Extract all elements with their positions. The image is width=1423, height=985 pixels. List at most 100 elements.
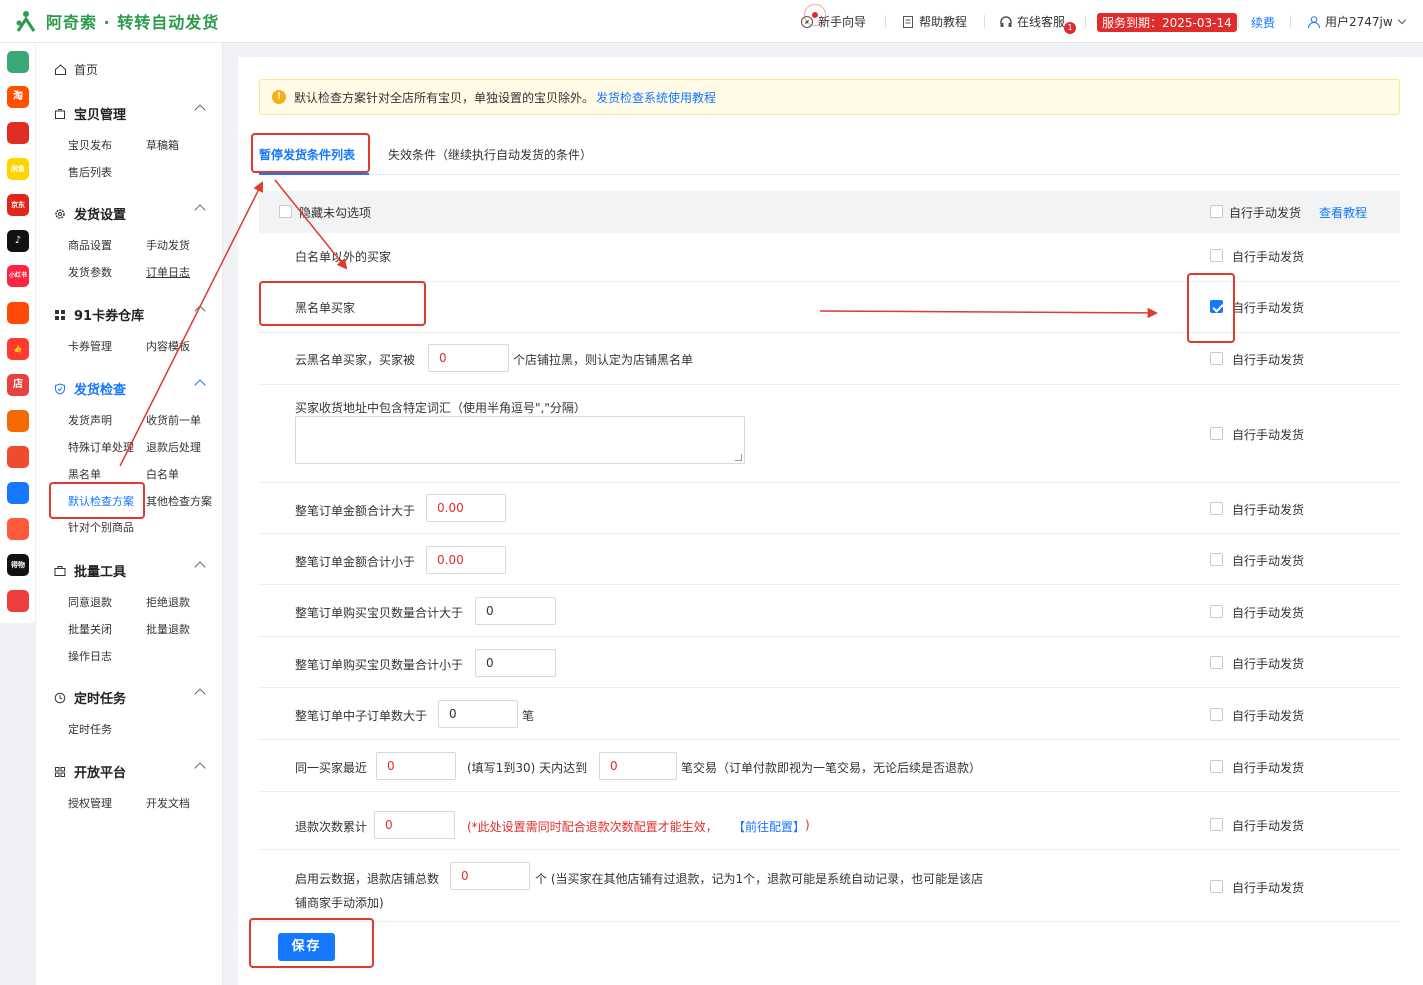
condition-row: 整笔订单金额合计大于 0.00 自行手动发货 [259, 483, 1400, 534]
sidebar-item-delivery-params[interactable]: 发货参数 [68, 264, 112, 280]
taobao-icon[interactable]: 淘 [7, 86, 29, 108]
sidebar-group-batch-tools[interactable]: 批量工具 [54, 561, 206, 580]
face-icon[interactable] [7, 518, 29, 540]
sidebar-group-delivery-check[interactable]: 发货检查 [54, 379, 206, 398]
all-manual-checkbox[interactable] [1210, 205, 1223, 218]
refund-count-input[interactable]: 0 [374, 811, 455, 839]
sidebar-item-after-refund[interactable]: 退款后处理 [146, 439, 201, 455]
sidebar-item-product-settings[interactable]: 商品设置 [68, 237, 112, 253]
link-icon[interactable] [7, 482, 29, 504]
xianyu-icon[interactable]: 闲鱼 [7, 158, 29, 180]
manual-checkbox[interactable] [1210, 760, 1223, 773]
jd-icon[interactable]: 京东 [7, 194, 29, 216]
sidebar-group-card-warehouse[interactable]: 91卡券仓库 [54, 305, 206, 324]
sidebar-group-scheduled-tasks[interactable]: 定时任务 [54, 688, 206, 707]
manual-label: 自行手动发货 [1232, 301, 1305, 315]
view-tutorial-link[interactable]: 查看教程 [1319, 204, 1367, 221]
grid-app-icon[interactable] [7, 51, 29, 73]
manual-checkbox[interactable] [1210, 249, 1223, 262]
sidebar-item-content-template[interactable]: 内容模板 [146, 338, 190, 354]
manual-checkbox[interactable] [1210, 502, 1223, 515]
sidebar-item-order-log[interactable]: 订单日志 [146, 264, 190, 280]
shield-app-icon[interactable] [7, 590, 29, 612]
sidebar-item-product-publish[interactable]: 宝贝发布 [68, 137, 112, 153]
chevron-up-icon [194, 204, 206, 216]
xiaohongshu-icon[interactable]: 小红书 [7, 265, 29, 287]
sidebar-group-delivery-settings[interactable]: 发货设置 [54, 204, 206, 223]
manual-checkbox[interactable] [1210, 656, 1223, 669]
manual-checkbox[interactable] [1210, 880, 1223, 893]
renew-link[interactable]: 续费 [1251, 14, 1275, 31]
shopee-icon[interactable] [7, 446, 29, 468]
amount-less-input[interactable]: 0.00 [426, 546, 506, 574]
sidebar-group-open-platform[interactable]: 开放平台 [54, 762, 206, 781]
guide-link[interactable]: 新手向导 [800, 13, 866, 30]
sidebar-item-delivery-statement[interactable]: 发货声明 [68, 412, 112, 428]
chevron-up-icon [194, 561, 206, 573]
grid-icon [55, 309, 65, 320]
suborder-count-input[interactable]: 0 [438, 700, 518, 728]
manual-checkbox[interactable] [1210, 352, 1223, 365]
manual-checkbox[interactable] [1210, 605, 1223, 618]
annotation-box-blacklist-row [259, 281, 426, 326]
manual-label: 自行手动发货 [1232, 819, 1305, 833]
sidebar-item-reject-refund[interactable]: 拒绝退款 [146, 594, 190, 610]
goto-config-link[interactable]: 【前往配置】 [733, 818, 805, 835]
sidebar-group-product[interactable]: 宝贝管理 [54, 104, 206, 123]
notice-tutorial-link[interactable]: 发货检查系统使用教程 [596, 89, 716, 106]
sidebar-item-blacklist[interactable]: 黑名单 [68, 466, 101, 482]
blacklist-store-count-input[interactable]: 0 [428, 344, 509, 372]
sidebar-item-batch-close[interactable]: 批量关闭 [68, 621, 112, 637]
manual-checkbox[interactable] [1210, 818, 1223, 831]
sidebar-item-drafts[interactable]: 草稿箱 [146, 137, 179, 153]
hide-unchecked-checkbox[interactable] [279, 205, 292, 218]
sidebar-item-aftersale[interactable]: 售后列表 [68, 164, 112, 180]
sidebar-item-dev-docs[interactable]: 开发文档 [146, 795, 190, 811]
sidebar-item-whitelist[interactable]: 白名单 [146, 466, 179, 482]
refund-note: (*此处设置需同时配合退款次数配置才能生效， [467, 820, 718, 834]
sidebar-item-authorization[interactable]: 授权管理 [68, 795, 112, 811]
sidebar-item-operation-log[interactable]: 操作日志 [68, 648, 112, 664]
address-keywords-textarea[interactable] [295, 416, 745, 464]
dewu-icon[interactable]: 得物 [7, 554, 29, 576]
sidebar-item-agree-refund[interactable]: 同意退款 [68, 594, 112, 610]
quantity-greater-input[interactable]: 0 [475, 597, 556, 625]
sidebar-item-specific-products[interactable]: 针对个别商品 [68, 519, 134, 535]
sidebar-group-label: 宝贝管理 [74, 108, 127, 123]
sidebar-item-batch-refund[interactable]: 批量退款 [146, 621, 190, 637]
help-link[interactable]: 帮助教程 [901, 13, 967, 30]
sidebar-item-other-check-plan[interactable]: 其他检查方案 [146, 493, 212, 509]
trade-count-input[interactable]: 0 [599, 752, 677, 780]
divider [1085, 15, 1086, 28]
sidebar-group-label: 91卡券仓库 [74, 309, 145, 324]
tab-invalid-conditions[interactable]: 失效条件（继续执行自动发货的条件） [388, 146, 592, 163]
sidebar-item-manual-delivery[interactable]: 手动发货 [146, 237, 190, 253]
manual-label: 自行手动发货 [1232, 657, 1305, 671]
service-link[interactable]: 在线客服 [999, 13, 1065, 30]
manual-checkbox[interactable] [1210, 427, 1223, 440]
sidebar-item-scheduled-task[interactable]: 定时任务 [68, 721, 112, 737]
sidebar-group-label: 定时任务 [74, 692, 127, 707]
sidebar-item-card-manage[interactable]: 卡券管理 [68, 338, 112, 354]
condition-label: 整笔订单金额合计大于 [295, 504, 416, 518]
refund-store-count-input[interactable]: 0 [450, 862, 530, 890]
sidebar-item-special-order[interactable]: 特殊订单处理 [68, 439, 134, 455]
douyin-icon[interactable]: ♪ [7, 230, 29, 252]
shop-icon[interactable]: 店 [7, 374, 29, 396]
sidebar-item-before-receipt[interactable]: 收货前一单 [146, 412, 201, 428]
sidebar-item-home[interactable]: 首页 [54, 61, 98, 78]
recent-days-input[interactable]: 0 [376, 752, 456, 780]
quantity-less-input[interactable]: 0 [475, 649, 556, 677]
bag-icon[interactable] [7, 410, 29, 432]
app-logo[interactable]: 阿奇索 · 转转自动发货 [14, 9, 219, 33]
manual-label: 自行手动发货 [1232, 353, 1305, 367]
chevron-up-icon [194, 305, 206, 317]
divider [885, 15, 886, 28]
manual-checkbox[interactable] [1210, 553, 1223, 566]
thumb-icon[interactable]: 👍 [7, 338, 29, 360]
manual-checkbox[interactable] [1210, 708, 1223, 721]
kuaishou-icon[interactable] [7, 302, 29, 324]
user-menu[interactable]: 用户2747jw [1307, 13, 1406, 30]
amount-greater-input[interactable]: 0.00 [426, 494, 506, 522]
pinduoduo-icon[interactable] [7, 122, 29, 144]
